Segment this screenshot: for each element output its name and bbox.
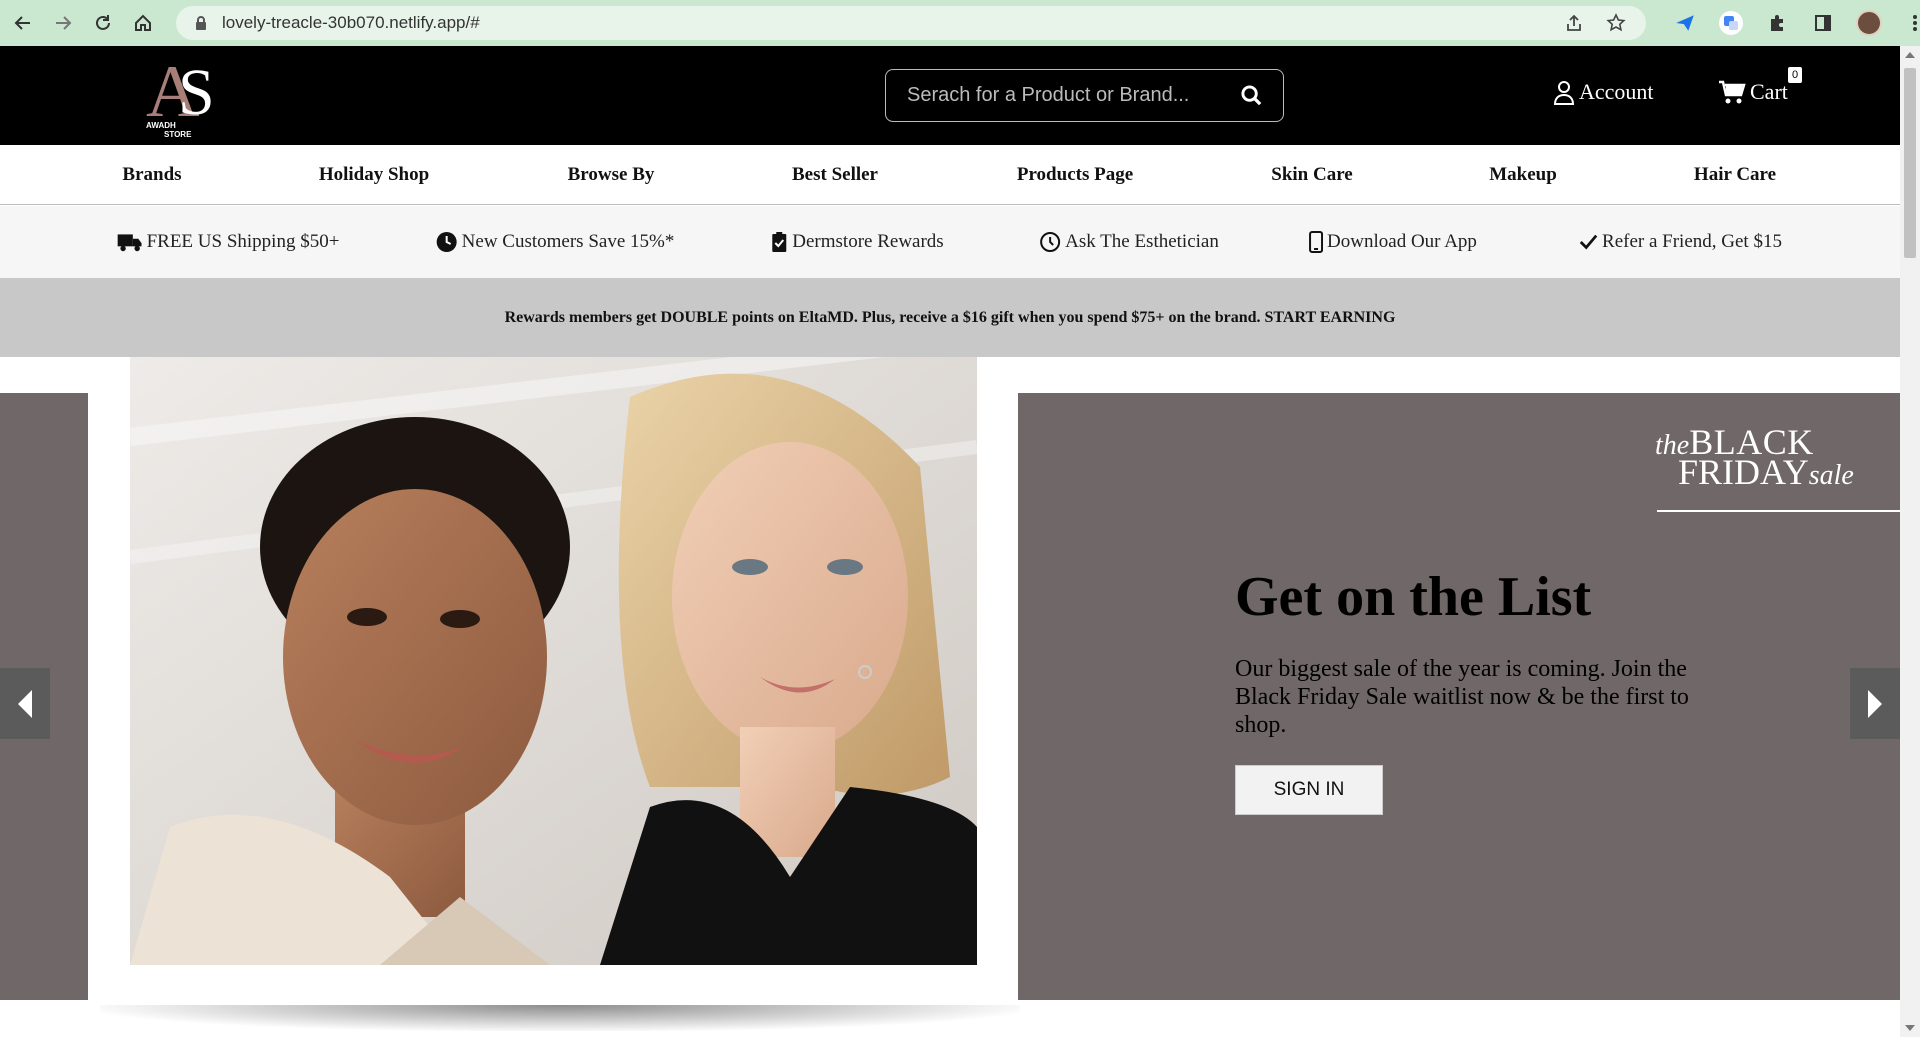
nav-item-brands[interactable]: Brands bbox=[122, 145, 181, 205]
puzzle-extensions-icon[interactable] bbox=[1764, 10, 1790, 36]
clock-icon bbox=[436, 232, 457, 252]
nav-item-best-seller[interactable]: Best Seller bbox=[792, 145, 878, 205]
cart-count-badge: 0 bbox=[1788, 67, 1802, 83]
cart-link[interactable]: Cart bbox=[1718, 79, 1788, 105]
arrow-right-icon bbox=[56, 16, 72, 30]
black-friday-logo: theBLACK FRIDAYsale bbox=[1655, 422, 1854, 492]
perk-label: Dermstore Rewards bbox=[792, 231, 944, 252]
nav-item-hair-care[interactable]: Hair Care bbox=[1694, 145, 1776, 205]
reload-icon bbox=[96, 15, 110, 30]
browser-toolbar: lovely-treacle-30b070.netlify.app/# bbox=[0, 0, 1920, 46]
url-text: lovely-treacle-30b070.netlify.app/# bbox=[222, 13, 480, 32]
back-button[interactable] bbox=[6, 6, 40, 40]
cart-label: Cart bbox=[1750, 79, 1788, 104]
forward-button[interactable] bbox=[46, 6, 80, 40]
profile-avatar[interactable] bbox=[1856, 10, 1882, 36]
divider bbox=[1657, 510, 1900, 512]
store-logo[interactable]: A S AWADH STORE bbox=[142, 50, 236, 139]
side-panel-icon[interactable] bbox=[1810, 10, 1836, 36]
reload-button[interactable] bbox=[86, 6, 120, 40]
page-scrollbar[interactable] bbox=[1900, 46, 1920, 1037]
home-button[interactable] bbox=[126, 6, 160, 40]
translate-extension-icon[interactable] bbox=[1718, 10, 1744, 36]
nav-item-products-page[interactable]: Products Page bbox=[1017, 145, 1133, 205]
perk-free-shipping[interactable]: FREE US Shipping $50+ bbox=[117, 206, 340, 278]
scroll-thumb[interactable] bbox=[1904, 68, 1916, 258]
bookmark-star-icon[interactable] bbox=[1606, 13, 1626, 33]
account-link[interactable]: Account bbox=[1553, 79, 1654, 105]
perk-refer-friend[interactable]: Refer a Friend, Get $15 bbox=[1578, 206, 1782, 278]
nav-item-browse-by[interactable]: Browse By bbox=[568, 145, 655, 205]
share-icon[interactable] bbox=[1564, 13, 1584, 33]
nav-item-skin-care[interactable]: Skin Care bbox=[1271, 145, 1352, 205]
scroll-down-arrow-icon[interactable] bbox=[1905, 1025, 1915, 1031]
scroll-up-arrow-icon[interactable] bbox=[1905, 52, 1915, 58]
extension-icons bbox=[1672, 6, 1920, 40]
hero-title: Get on the List bbox=[1235, 566, 1592, 628]
carousel-prev-button[interactable] bbox=[0, 668, 50, 739]
account-label: Account bbox=[1579, 79, 1654, 104]
search-box bbox=[885, 69, 1284, 122]
perk-label: Refer a Friend, Get $15 bbox=[1602, 231, 1782, 252]
svg-text:S: S bbox=[178, 56, 215, 129]
send-extension-icon[interactable] bbox=[1672, 10, 1698, 36]
svg-text:STORE: STORE bbox=[164, 130, 192, 138]
main-nav: Brands Holiday Shop Browse By Best Selle… bbox=[0, 145, 1900, 205]
menu-kebab-icon[interactable] bbox=[1902, 10, 1920, 36]
site-header: A S AWADH STORE Account Cart 0 bbox=[0, 46, 1900, 145]
perk-ask-esthetician[interactable]: Ask The Esthetician bbox=[1039, 206, 1219, 278]
hero-image bbox=[130, 357, 977, 965]
promo-banner[interactable]: Rewards members get DOUBLE points on Elt… bbox=[0, 278, 1900, 357]
perk-label: New Customers Save 15%* bbox=[461, 231, 675, 252]
perk-label: Ask The Esthetician bbox=[1065, 231, 1219, 252]
phone-icon bbox=[1309, 231, 1324, 253]
perk-rewards[interactable]: Dermstore Rewards bbox=[770, 206, 944, 278]
hero-carousel: theBLACK FRIDAYsale Get on the List Our … bbox=[0, 357, 1900, 1037]
black-friday-panel: theBLACK FRIDAYsale Get on the List Our … bbox=[1018, 393, 1900, 1000]
svg-text:AWADH: AWADH bbox=[146, 121, 176, 130]
check-icon bbox=[1579, 234, 1598, 250]
home-icon bbox=[135, 14, 151, 31]
truck-icon bbox=[117, 234, 142, 252]
sign-in-button[interactable]: SIGN IN bbox=[1235, 765, 1383, 815]
user-icon bbox=[1553, 80, 1575, 105]
search-input[interactable] bbox=[907, 84, 1227, 107]
chevron-left-icon bbox=[18, 689, 32, 718]
promo-text: Rewards members get DOUBLE points on Elt… bbox=[504, 308, 1396, 326]
perk-label: FREE US Shipping $50+ bbox=[146, 231, 340, 252]
perk-label: Download Our App bbox=[1327, 231, 1477, 252]
cart-icon bbox=[1719, 80, 1746, 103]
arrow-left-icon bbox=[14, 16, 30, 30]
search-icon[interactable] bbox=[1240, 84, 1263, 107]
carousel-next-button[interactable] bbox=[1850, 668, 1900, 739]
avatar bbox=[1856, 10, 1882, 36]
chevron-right-icon bbox=[1868, 689, 1882, 718]
clock-outline-icon bbox=[1040, 232, 1061, 252]
perk-download-app[interactable]: Download Our App bbox=[1309, 206, 1477, 278]
perk-new-customers[interactable]: New Customers Save 15%* bbox=[436, 206, 675, 278]
clipboard-icon bbox=[772, 232, 787, 252]
nav-item-makeup[interactable]: Makeup bbox=[1489, 145, 1557, 205]
slide-shadow bbox=[100, 1005, 1020, 1031]
hero-description: Our biggest sale of the year is coming. … bbox=[1235, 656, 1689, 738]
lock-icon bbox=[196, 16, 206, 30]
perks-bar: FREE US Shipping $50+ New Customers Save… bbox=[0, 206, 1900, 278]
address-bar[interactable]: lovely-treacle-30b070.netlify.app/# bbox=[176, 6, 1646, 40]
nav-item-holiday-shop[interactable]: Holiday Shop bbox=[319, 145, 429, 205]
